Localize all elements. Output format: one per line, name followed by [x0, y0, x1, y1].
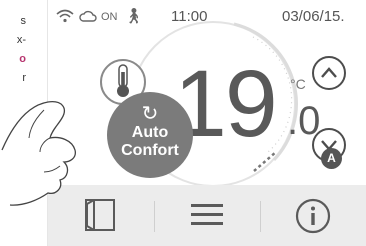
menu-button[interactable]: [154, 185, 260, 246]
auto-mode-badge: A: [321, 148, 342, 169]
hand-illustration: [1, 101, 76, 206]
menu-icon: [191, 204, 223, 225]
temperature-unit: °C: [290, 76, 306, 92]
chevron-up-icon: [321, 67, 337, 78]
increase-temp-button[interactable]: [312, 56, 346, 90]
info-icon: [295, 198, 331, 234]
info-button[interactable]: [260, 185, 366, 246]
